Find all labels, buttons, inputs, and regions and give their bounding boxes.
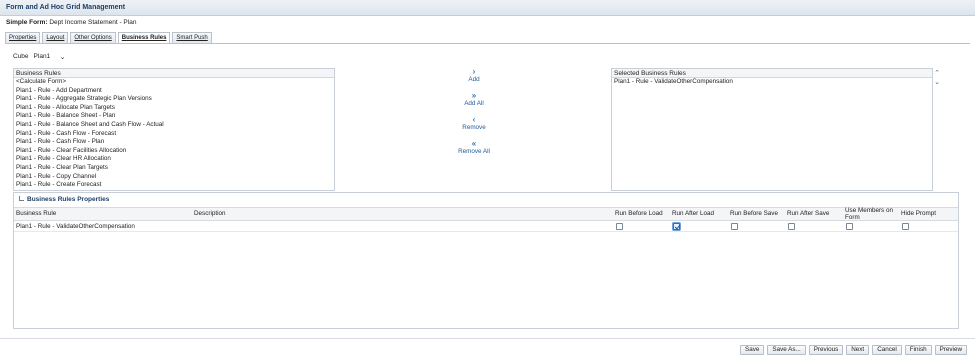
tab-layout[interactable]: Layout — [42, 32, 69, 43]
double-chevron-right-icon: » — [471, 91, 477, 100]
preview-button[interactable]: Preview — [934, 345, 967, 355]
col-business-rule: Business Rule — [16, 210, 57, 217]
tab-other-options[interactable]: Other Options — [70, 32, 116, 43]
hide-prompt-checkbox[interactable] — [902, 223, 909, 230]
cube-label: Cube — [13, 53, 29, 60]
col-run-before-save: Run Before Save — [730, 210, 778, 217]
row-rule-name: Plan1 - Rule - ValidateOtherCompensation — [16, 223, 135, 230]
reorder-controls: ⌃ ⌄ — [933, 69, 941, 87]
save-as-button[interactable]: Save As... — [767, 345, 806, 355]
move-up-icon[interactable]: ⌃ — [933, 69, 941, 78]
form-name-line: Simple Form: Dept Income Statement - Pla… — [6, 19, 136, 26]
list-item[interactable]: Plan1 - Rule - Cash Flow - Plan — [14, 138, 334, 147]
remove-all-button[interactable]: « Remove All — [454, 139, 494, 156]
col-run-after-save: Run After Save — [787, 210, 830, 217]
chart-icon — [19, 196, 24, 201]
next-button[interactable]: Next — [846, 345, 870, 355]
available-rules-header: Business Rules — [14, 69, 334, 78]
form-label: Simple Form: — [6, 19, 48, 26]
list-item[interactable]: Plan1 - Rule - Aggregate Strategic Plan … — [14, 95, 334, 104]
cancel-button[interactable]: Cancel — [872, 345, 902, 355]
add-label: Add — [468, 76, 480, 83]
grid-header: Business Rule Description Run Before Loa… — [14, 207, 958, 221]
properties-title: Business Rules Properties — [27, 196, 110, 203]
move-down-icon[interactable]: ⌄ — [933, 78, 941, 87]
run-after-save-checkbox[interactable] — [788, 223, 795, 230]
cube-value: Plan1 — [33, 53, 51, 60]
tab-properties[interactable]: Properties — [5, 32, 41, 43]
window-title: Form and Ad Hoc Grid Management — [6, 4, 126, 11]
col-description: Description — [194, 210, 226, 217]
list-item[interactable]: Plan1 - Rule - Clear Plan Targets — [14, 164, 334, 173]
double-chevron-left-icon: « — [471, 139, 477, 148]
remove-button[interactable]: ‹ Remove — [454, 115, 494, 132]
list-item[interactable]: Plan1 - Rule - Cash Flow - Forecast — [14, 130, 334, 139]
run-after-load-checkbox[interactable] — [673, 223, 680, 230]
table-row: Plan1 - Rule - ValidateOtherCompensation — [14, 221, 958, 232]
footer-buttons: Save Save As... Previous Next Cancel Fin… — [737, 345, 967, 355]
finish-button[interactable]: Finish — [904, 345, 932, 355]
col-run-after-load: Run After Load — [672, 210, 715, 217]
list-item[interactable]: Plan1 - Rule - Balance Sheet - Plan — [14, 112, 334, 121]
chevron-right-icon: › — [472, 67, 476, 76]
properties-grid: Business Rule Description Run Before Loa… — [14, 207, 958, 232]
list-item[interactable]: Plan1 - Rule - Copy Channel — [14, 173, 334, 182]
chevron-down-icon: ⌄ — [59, 53, 66, 61]
chevron-left-icon: ‹ — [472, 115, 476, 124]
tab-smart-push[interactable]: Smart Push — [172, 32, 212, 43]
cube-dropdown[interactable]: Plan1 ⌄ — [34, 52, 66, 61]
form-name: Dept Income Statement - Plan — [49, 19, 137, 26]
run-before-save-checkbox[interactable] — [731, 223, 738, 230]
col-use-members-on-form: Use Members on Form — [845, 207, 893, 221]
add-all-label: Add All — [464, 100, 484, 107]
list-item[interactable]: Plan1 - Rule - ValidateOtherCompensation — [612, 78, 932, 87]
selected-rules-header: Selected Business Rules — [612, 69, 932, 78]
list-item[interactable]: Plan1 - Rule - Create Forecast — [14, 181, 334, 190]
remove-label: Remove — [462, 124, 486, 131]
list-item[interactable]: Plan1 - Rule - Allocate Plan Targets — [14, 104, 334, 113]
selected-rules-list[interactable]: Selected Business Rules Plan1 - Rule - V… — [611, 68, 933, 191]
previous-button[interactable]: Previous — [808, 345, 844, 355]
available-rules-list[interactable]: Business Rules <Calculate Form> Plan1 - R… — [13, 68, 335, 191]
properties-header: Business Rules Properties — [14, 193, 958, 206]
use-members-on-form-checkbox[interactable] — [846, 223, 853, 230]
col-hide-prompt: Hide Prompt — [901, 210, 936, 217]
run-before-load-checkbox[interactable] — [616, 223, 623, 230]
save-button[interactable]: Save — [740, 345, 765, 355]
list-item[interactable]: Plan1 - Rule - Clear HR Allocation — [14, 155, 334, 164]
title-bar: Form and Ad Hoc Grid Management — [0, 0, 975, 16]
remove-all-label: Remove All — [458, 148, 490, 155]
list-item[interactable]: Plan1 - Rule - Balance Sheet and Cash Fl… — [14, 121, 334, 130]
list-item[interactable]: <Calculate Form> — [14, 78, 334, 87]
list-item[interactable]: Plan1 - Rule - Add Department — [14, 87, 334, 96]
footer-divider — [0, 338, 975, 339]
business-rules-properties-panel: Business Rules Properties Business Rule … — [13, 192, 959, 329]
tab-divider — [5, 43, 970, 44]
cube-selector: Cube Plan1 ⌄ — [13, 52, 66, 61]
add-all-button[interactable]: » Add All — [454, 91, 494, 108]
list-item[interactable]: Plan1 - Rule - Clear Facilities Allocati… — [14, 147, 334, 156]
add-button[interactable]: › Add — [454, 67, 494, 84]
col-run-before-load: Run Before Load — [615, 210, 663, 217]
